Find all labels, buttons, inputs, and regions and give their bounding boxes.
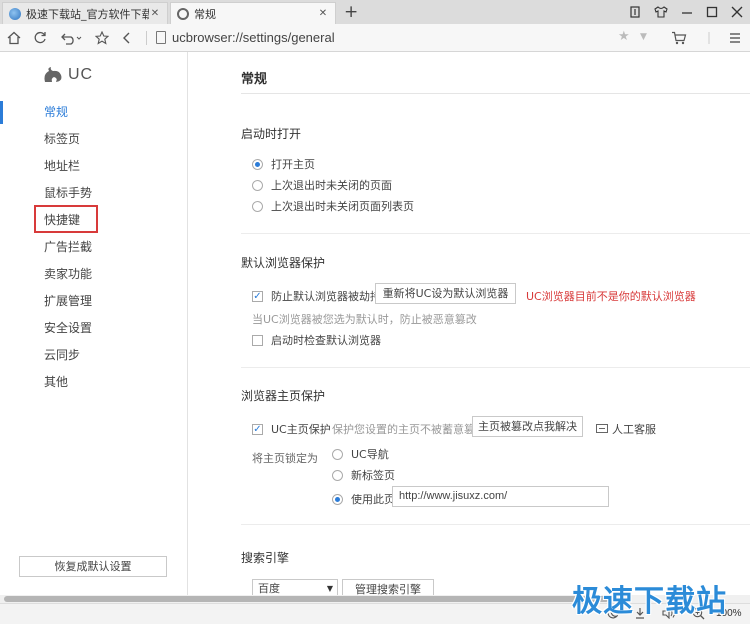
fix-homepage-button[interactable]: 主页被篡改点我解决: [472, 416, 583, 437]
chevron-down-icon: ▼: [326, 584, 333, 593]
default-browser-section-title: 默认浏览器保护: [241, 256, 326, 270]
page-icon: [156, 31, 166, 44]
checkbox-checked[interactable]: ✓: [252, 423, 263, 435]
refresh-icon[interactable]: [31, 29, 49, 47]
close-window-icon[interactable]: [726, 3, 748, 21]
tab-title: 常规: [194, 7, 216, 21]
maximize-icon[interactable]: [701, 3, 723, 21]
chat-icon: [596, 423, 608, 433]
checkbox-label: 防止默认浏览器被劫持: [271, 290, 381, 303]
sidebar-item-security[interactable]: 安全设置: [0, 315, 188, 342]
protect-default-browser-checkbox[interactable]: ✓ 防止默认浏览器被劫持: [252, 288, 381, 304]
radio-label: UC导航: [351, 448, 389, 461]
home-icon[interactable]: [5, 29, 23, 47]
uc-logo: UC: [42, 66, 93, 84]
section-divider: [241, 367, 750, 368]
logo-text: UC: [68, 66, 94, 83]
sidebar-item-general[interactable]: 常规: [0, 99, 188, 126]
new-tab-button[interactable]: +: [344, 2, 358, 22]
radio-button[interactable]: [252, 179, 263, 191]
scrollbar-thumb[interactable]: [4, 596, 609, 602]
default-browser-warning: UC浏览器目前不是你的默认浏览器: [526, 290, 696, 303]
sidebar-item-seller-tools[interactable]: 卖家功能: [0, 261, 188, 288]
tab-jisuxz[interactable]: 极速下载站_官方软件下载_绿色 ✕: [2, 2, 168, 24]
startup-option-last-session-list[interactable]: 上次退出时未关闭页面列表页: [252, 198, 414, 214]
homepage-protect-checkbox[interactable]: ✓ UC主页保护: [252, 421, 331, 437]
startup-section-title: 启动时打开: [241, 127, 302, 141]
reset-defaults-button[interactable]: 恢复成默认设置: [19, 556, 167, 577]
page-title: 常规: [241, 72, 268, 87]
globe-icon: [9, 7, 21, 20]
radio-label: 上次退出时未关闭页面列表页: [271, 200, 414, 213]
address-input[interactable]: ucbrowser://settings/general: [172, 30, 335, 45]
customer-service-link[interactable]: 人工客服: [596, 421, 656, 437]
chevron-down-icon[interactable]: ▼: [640, 32, 647, 42]
sidebar-item-cloud-sync[interactable]: 云同步: [0, 342, 188, 369]
radio-button[interactable]: [332, 448, 343, 460]
checkbox-label: UC主页保护: [271, 423, 331, 436]
search-engine-select[interactable]: 百度 ▼: [252, 579, 338, 595]
sidebar-item-address-bar[interactable]: 地址栏: [0, 153, 188, 180]
sidebar-item-other[interactable]: 其他: [0, 369, 188, 396]
checkbox-unchecked[interactable]: [252, 334, 263, 346]
check-default-on-startup-checkbox[interactable]: 启动时检查默认浏览器: [252, 332, 381, 348]
startup-option-last-session[interactable]: 上次退出时未关闭的页面: [252, 177, 392, 193]
sidebar-nav: 常规 标签页 地址栏 鼠标手势 快捷键 广告拦截 卖家功能 扩展管理 安全设置 …: [0, 99, 188, 396]
gear-icon: [177, 7, 189, 20]
uc-squirrel-icon: [44, 67, 62, 82]
tab-strip: 极速下载站_官方软件下载_绿色 ✕ 常规 ✕ +: [0, 0, 750, 24]
radio-button[interactable]: [252, 200, 263, 212]
customer-service-label: 人工客服: [612, 423, 656, 436]
settings-content: 常规 启动时打开 打开主页 上次退出时未关闭的页面 上次退出时未关闭页面列表页 …: [189, 52, 750, 595]
homepage-option-custom[interactable]: 使用此页: [332, 491, 395, 507]
sidebar-item-mouse-gestures[interactable]: 鼠标手势: [0, 180, 188, 207]
highlight-annotation-box: [34, 205, 98, 233]
checkbox-checked[interactable]: ✓: [252, 290, 263, 302]
radio-label: 使用此页: [351, 493, 395, 506]
homepage-option-new-tab[interactable]: 新标签页: [332, 467, 395, 483]
skin-icon[interactable]: [650, 3, 672, 21]
sidebar-item-ad-block[interactable]: 广告拦截: [0, 234, 188, 261]
default-browser-hint: 当UC浏览器被您选为默认时，防止被恶意篡改: [252, 313, 477, 326]
startup-option-homepage[interactable]: 打开主页: [252, 156, 315, 172]
bookmark-star-icon[interactable]: ★: [618, 29, 630, 44]
menu-icon[interactable]: [726, 29, 744, 47]
minimize-icon[interactable]: [676, 3, 698, 21]
radio-button[interactable]: [332, 469, 343, 481]
set-default-browser-button[interactable]: 重新将UC设为默认浏览器: [375, 283, 516, 304]
back-icon[interactable]: [118, 29, 136, 47]
close-icon[interactable]: ✕: [149, 8, 161, 19]
section-divider: [241, 233, 750, 234]
homepage-section-title: 浏览器主页保护: [241, 389, 326, 403]
favorite-icon[interactable]: [93, 29, 111, 47]
radio-label: 打开主页: [271, 158, 315, 171]
search-engine-section-title: 搜索引擎: [241, 551, 290, 565]
radio-button[interactable]: [252, 158, 263, 170]
tab-title: 极速下载站_官方软件下载_绿色: [26, 7, 149, 21]
homepage-option-uc-nav[interactable]: UC导航: [332, 446, 389, 462]
navigation-toolbar: ucbrowser://settings/general ★ ▼: [0, 24, 750, 52]
radio-label: 新标签页: [351, 469, 395, 482]
tab-general[interactable]: 常规 ✕: [170, 2, 336, 24]
vertical-divider: [700, 29, 718, 47]
close-icon[interactable]: ✕: [317, 8, 329, 19]
section-divider: [241, 524, 750, 525]
cart-icon[interactable]: [670, 29, 688, 47]
homepage-protect-hint: 保护您设置的主页不被蓄意篡改: [332, 423, 486, 436]
title-divider: [241, 93, 750, 94]
sidebar-item-tabs[interactable]: 标签页: [0, 126, 188, 153]
restore-icon[interactable]: [624, 3, 646, 21]
settings-sidebar: UC 常规 标签页 地址栏 鼠标手势 快捷键 广告拦截 卖家功能 扩展管理 安全…: [0, 52, 188, 595]
search-engine-value: 百度: [258, 582, 280, 595]
custom-homepage-url-input[interactable]: http://www.jisuxz.com/: [392, 486, 609, 507]
radio-label: 上次退出时未关闭的页面: [271, 179, 392, 192]
radio-button[interactable]: [332, 493, 343, 505]
sidebar-item-extensions[interactable]: 扩展管理: [0, 288, 188, 315]
manage-search-engines-button[interactable]: 管理搜索引擎: [342, 579, 434, 595]
address-separator: [146, 31, 147, 45]
site-watermark: 极速下载站: [572, 584, 727, 619]
undo-close-icon[interactable]: [58, 29, 84, 47]
checkbox-label: 启动时检查默认浏览器: [271, 334, 381, 347]
lock-homepage-label: 将主页锁定为: [252, 452, 318, 465]
